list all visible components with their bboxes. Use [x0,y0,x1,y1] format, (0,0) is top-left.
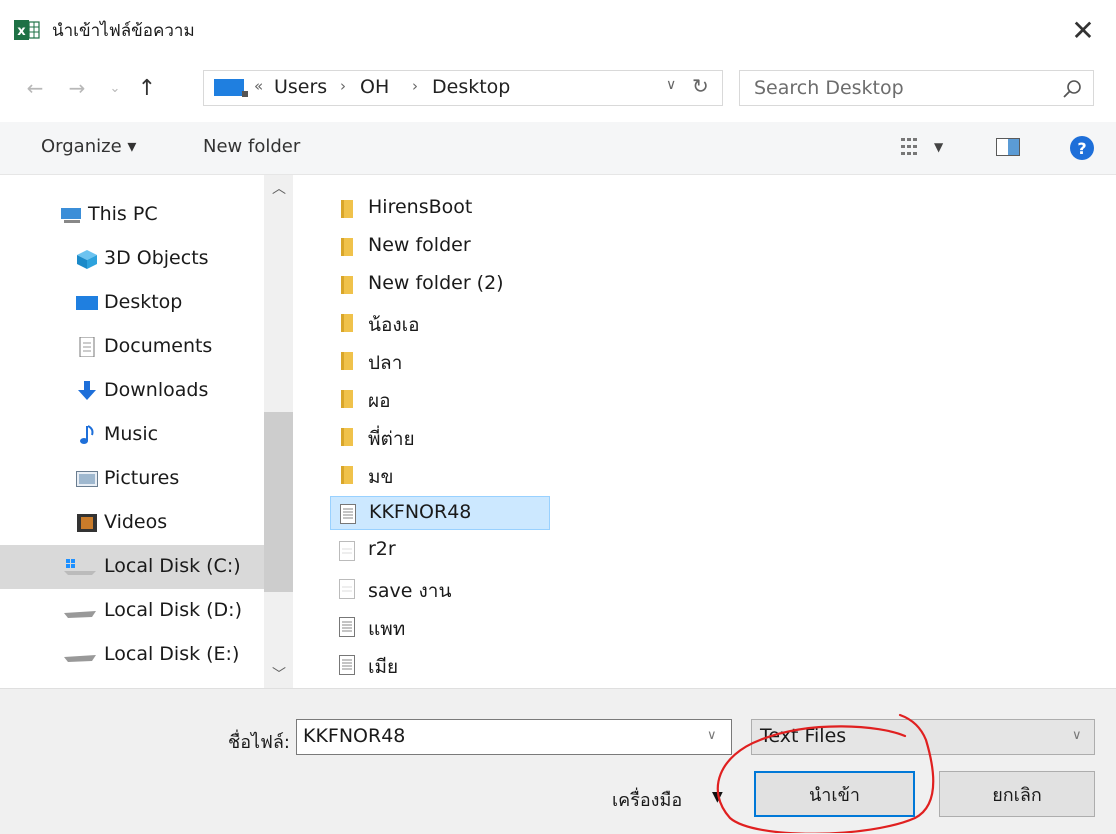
desktop-icon [214,79,248,97]
windows-drive-icon [64,559,96,575]
preview-pane-icon[interactable] [996,138,1020,156]
new-folder-button[interactable]: New folder [203,136,300,157]
sidebar-item-local-disk-d[interactable]: Local Disk (D:) [0,589,264,633]
filename-input[interactable]: KKFNOR48 [303,725,405,747]
scrollbar-thumb[interactable] [264,412,293,592]
breadcrumb-oh[interactable]: OH [360,76,389,98]
folder-icon [341,428,353,446]
music-icon [80,425,94,444]
sidebar-item-this-pc[interactable]: This PC [0,193,264,237]
text-file-icon [339,655,355,675]
import-button[interactable]: นำเข้า [754,771,915,817]
pc-icon [61,208,81,223]
sidebar-item-label: This PC [88,203,158,225]
svg-text:x: x [17,24,26,39]
breadcrumb-desktop[interactable]: Desktop [432,76,510,98]
chevron-down-icon[interactable]: ∨ [1072,728,1082,743]
blank-file-icon [339,579,355,599]
chevron-down-icon[interactable]: ﹀ [272,664,286,684]
sidebar-item-label: Desktop [104,291,183,313]
refresh-icon[interactable]: ↻ [692,74,709,98]
folder-icon [341,200,353,218]
drive-icon [64,655,96,662]
tools-menu[interactable]: เครื่องมือ [612,785,682,814]
sidebar-item-label: Videos [104,511,168,533]
command-bar: Organize ▾ New folder ▼ ? [0,122,1116,175]
video-icon [77,514,97,532]
arrow-up-icon: ↑ [137,75,157,101]
organize-button[interactable]: Organize ▾ [41,136,136,157]
up-button[interactable]: ↑ [132,70,162,106]
breadcrumb-separator: › [412,77,418,95]
navigation-pane: This PC 3D Objects Desktop Documents Dow… [0,175,293,688]
sidebar-item-documents[interactable]: Documents [0,325,264,369]
view-dropdown-icon[interactable]: ▼ [934,140,943,154]
folder-icon [341,314,353,332]
pictures-icon [76,471,98,487]
sidebar-item-videos[interactable]: Videos [0,501,264,545]
sidebar-item-pictures[interactable]: Pictures [0,457,264,501]
sidebar-item-label: 3D Objects [104,247,209,269]
chevron-down-icon[interactable]: ∨ [707,728,717,743]
folder-icon [341,238,353,256]
filename-field[interactable]: KKFNOR48 ∨ [296,719,732,755]
sidebar-item-label: Downloads [104,379,209,401]
sidebar-item-label: Documents [104,335,213,357]
svg-text:?: ? [1077,139,1086,158]
search-box[interactable]: Search Desktop [739,70,1094,106]
filename-label: ชื่อไฟล์: [228,732,290,753]
sidebar-item-downloads[interactable]: Downloads [0,369,264,413]
search-input[interactable]: Search Desktop [754,77,904,99]
sidebar-item-label: Local Disk (D:) [104,599,242,621]
folder-icon [341,352,353,370]
tools-dropdown-icon[interactable]: ▼ [712,789,723,805]
window-title: นำเข้าไฟล์ข้อความ [52,21,195,41]
arrow-left-icon: ← [26,76,44,100]
back-button[interactable]: ← [20,70,50,106]
title-bar: x นำเข้าไฟล์ข้อความ ✕ [0,0,1116,62]
excel-icon: x [14,20,40,40]
text-file-icon [339,617,355,637]
drive-icon [64,611,96,618]
breadcrumb-separator: › [340,77,346,95]
close-icon: ✕ [1071,13,1095,47]
chevron-down-icon: ⌄ [109,80,121,96]
document-icon [79,337,95,357]
text-file-icon [340,504,356,524]
forward-button[interactable]: → [62,70,92,106]
folder-icon [341,390,353,408]
sidebar-item-label: Pictures [104,467,180,489]
blank-file-icon [339,541,355,561]
sidebar-item-local-disk-e[interactable]: Local Disk (E:) [0,633,264,677]
filetype-value: Text Files [760,725,847,747]
list-item-selected[interactable]: KKFNOR48 [330,496,550,530]
sidebar-item-local-disk-c[interactable]: Local Disk (C:) [0,545,264,589]
arrow-right-icon: → [68,76,86,100]
chevron-up-icon[interactable]: ︿ [272,178,286,198]
download-icon [78,381,96,400]
help-icon[interactable]: ? [1070,136,1094,160]
chevron-down-icon[interactable]: ∨ [666,77,676,93]
close-button[interactable]: ✕ [1060,10,1106,50]
sidebar-item-label: Local Disk (E:) [104,643,240,665]
dialog-footer: ชื่อไฟล์: KKFNOR48 ∨ Text Files ∨ เครื่อ… [0,688,1116,834]
address-bar[interactable]: « Users › OH › Desktop ∨ ↻ [203,70,723,106]
view-options-icon[interactable] [900,136,922,158]
breadcrumb-users[interactable]: Users [274,76,327,98]
sidebar-item-label: Music [104,423,159,445]
folder-icon [341,466,353,484]
sidebar-item-music[interactable]: Music [0,413,264,457]
filetype-select[interactable]: Text Files ∨ [751,719,1095,755]
search-icon[interactable] [1062,79,1082,99]
sidebar-item-label: Local Disk (C:) [104,555,241,577]
cube-icon [77,250,97,269]
desktop-icon [76,296,98,310]
sidebar-item-desktop[interactable]: Desktop [0,281,264,325]
sidebar-item-3d-objects[interactable]: 3D Objects [0,237,264,281]
folder-icon [341,276,353,294]
cancel-button[interactable]: ยกเลิก [939,771,1095,817]
recent-locations-button[interactable]: ⌄ [100,70,130,106]
breadcrumb-overflow[interactable]: « [254,77,263,95]
